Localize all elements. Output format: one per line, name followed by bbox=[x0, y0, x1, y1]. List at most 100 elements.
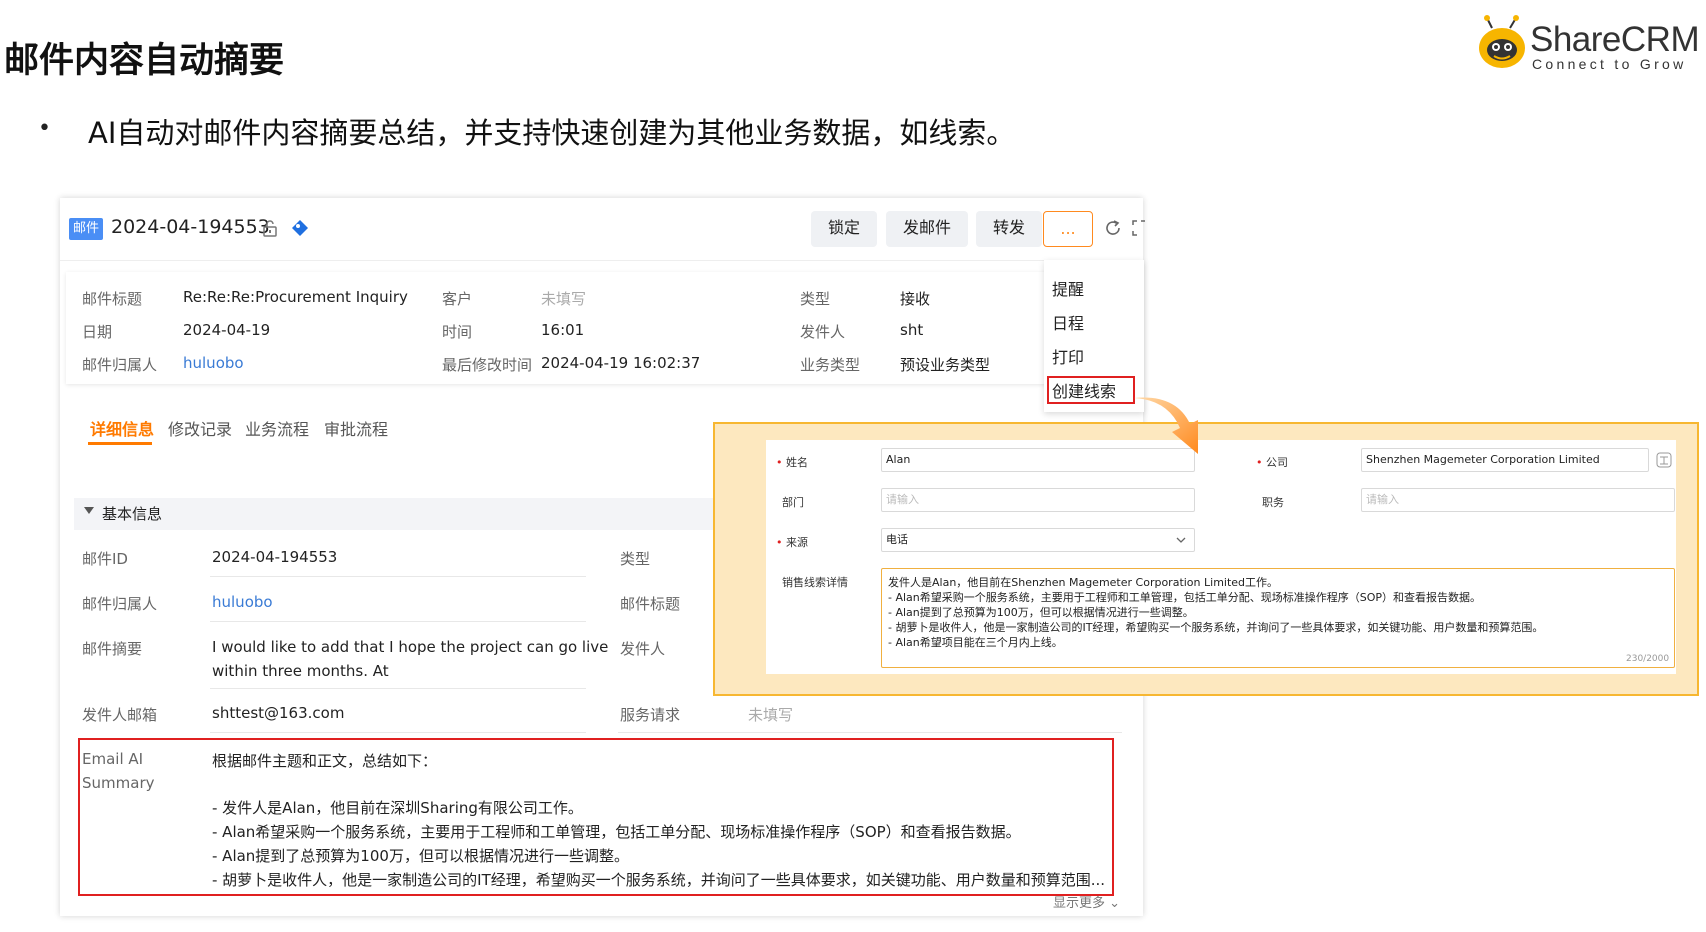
source-field-label: • 来源 bbox=[776, 534, 808, 550]
tab-details[interactable]: 详细信息 bbox=[90, 416, 154, 440]
sender-value: sht bbox=[900, 321, 924, 339]
refresh-icon[interactable] bbox=[1104, 219, 1122, 237]
lead-detail-line: - Alan希望项目能在三个月内上线。 bbox=[888, 636, 1063, 649]
tab-approval-flow[interactable]: 审批流程 bbox=[324, 416, 388, 440]
mail-id-value: 2024-04-194553 bbox=[212, 548, 338, 566]
chevron-down-icon[interactable] bbox=[1176, 535, 1186, 545]
sender-label: 发件人 bbox=[800, 323, 846, 341]
ai-summary-label-2: Summary bbox=[82, 774, 155, 792]
fullscreen-icon[interactable] bbox=[1132, 220, 1146, 236]
create-lead-highlight bbox=[1047, 376, 1135, 404]
sender-email-value: shttest@163.com bbox=[212, 704, 345, 722]
lead-detail-label: 销售线索详情 bbox=[782, 576, 848, 589]
active-tab-indicator bbox=[88, 442, 152, 445]
type-label: 类型 bbox=[800, 290, 831, 308]
company-label-text: 公司 bbox=[1266, 456, 1288, 469]
ai-summary-line: - Alan希望采购一个服务系统，主要用于工程师和工单管理，包括工单分配、现场标… bbox=[212, 823, 1021, 841]
bullet-marker: • bbox=[38, 116, 51, 141]
send-mail-button[interactable]: 发邮件 bbox=[886, 211, 968, 247]
job-title-input[interactable]: 请输入 bbox=[1361, 488, 1675, 512]
dept-input[interactable]: 请输入 bbox=[881, 488, 1195, 512]
mail-summary-label: 邮件摘要 bbox=[82, 640, 143, 658]
date-value: 2024-04-19 bbox=[183, 321, 271, 339]
required-marker: • bbox=[776, 456, 786, 469]
basic-info-section-header[interactable] bbox=[74, 498, 720, 530]
name-label-text: 姓名 bbox=[786, 456, 808, 469]
record-type-badge: 邮件 bbox=[69, 218, 103, 240]
required-marker: • bbox=[776, 536, 786, 549]
lead-detail-line: - Alan提到了总预算为100万，但可以根据情况进行一些调整。 bbox=[888, 606, 1194, 619]
mail-id-label: 邮件ID bbox=[82, 550, 128, 568]
logo-wordmark: ShareCRM bbox=[1530, 20, 1700, 59]
required-marker: • bbox=[1256, 456, 1266, 469]
collapse-arrow-icon[interactable] bbox=[84, 507, 94, 514]
ai-summary-line: 根据邮件主题和正文，总结如下： bbox=[212, 752, 438, 770]
lead-detail-line: 发件人是Alan，他目前在Shenzhen Magemeter Corporat… bbox=[888, 576, 1279, 589]
time-label: 时间 bbox=[442, 323, 473, 341]
bee-logo-icon bbox=[1479, 15, 1525, 68]
owner-link[interactable]: huluobo bbox=[183, 354, 244, 372]
lock-button[interactable]: 锁定 bbox=[811, 211, 877, 247]
logo-tagline: Connect to Grow bbox=[1532, 56, 1687, 72]
subject-value: Re:Re:Re:Procurement Inquiry bbox=[183, 288, 408, 306]
customer-value[interactable]: 未填写 bbox=[541, 288, 586, 309]
more-button[interactable]: ... bbox=[1043, 211, 1093, 247]
service-request-value[interactable]: 未填写 bbox=[748, 704, 793, 725]
company-field-label: • 公司 bbox=[1256, 454, 1288, 470]
tab-business-flow[interactable]: 业务流程 bbox=[245, 416, 309, 440]
customer-label: 客户 bbox=[442, 290, 473, 308]
subject-label: 邮件标题 bbox=[82, 290, 143, 308]
modified-label: 最后修改时间 bbox=[442, 356, 533, 374]
show-more-link[interactable]: 显示更多 ⌄ bbox=[1053, 892, 1120, 911]
unlock-icon[interactable] bbox=[262, 219, 278, 237]
name-field-label: • 姓名 bbox=[776, 454, 808, 470]
chevron-down-icon: ⌄ bbox=[1105, 896, 1121, 911]
ai-summary-line: - Alan提到了总预算为100万，但可以根据情况进行一些调整。 bbox=[212, 847, 629, 865]
service-request-label: 服务请求 bbox=[620, 706, 681, 724]
detail-owner-label: 邮件归属人 bbox=[82, 595, 158, 613]
char-counter: 230/2000 bbox=[1626, 654, 1670, 664]
lead-detail-line: - Alan希望采购一个服务系统，主要用于工程师和工单管理，包括工单分配、现场标… bbox=[888, 591, 1482, 604]
detail-owner-link[interactable]: huluobo bbox=[212, 593, 273, 611]
biztype-label: 业务类型 bbox=[800, 356, 861, 374]
menu-item-schedule[interactable]: 日程 bbox=[1052, 310, 1084, 334]
divider bbox=[210, 732, 586, 733]
detail-sender-label: 发件人 bbox=[620, 640, 666, 658]
menu-item-reminder[interactable]: 提醒 bbox=[1052, 276, 1084, 300]
detail-type-label: 类型 bbox=[620, 550, 651, 568]
ai-summary-label-1: Email AI bbox=[82, 750, 144, 768]
type-value: 接收 bbox=[900, 290, 931, 308]
source-select[interactable]: 电话 bbox=[881, 528, 1195, 552]
show-more-label: 显示更多 bbox=[1053, 896, 1106, 911]
sender-email-label: 发件人邮箱 bbox=[82, 706, 158, 724]
divider bbox=[210, 621, 586, 622]
ai-summary-line: - 发件人是Alan，他目前在深圳Sharing有限公司工作。 bbox=[212, 799, 583, 817]
mail-summary-line-2: within three months. At bbox=[212, 662, 389, 680]
owner-label: 邮件归属人 bbox=[82, 356, 158, 374]
mail-summary-line-1: I would like to add that I hope the proj… bbox=[212, 638, 609, 656]
pointer-arrow-icon bbox=[1134, 397, 1198, 454]
source-select-value: 电话 bbox=[886, 533, 908, 546]
company-input[interactable]: Shenzhen Magemeter Corporation Limited bbox=[1361, 448, 1649, 472]
modified-value: 2024-04-19 16:02:37 bbox=[541, 354, 701, 372]
slide-title: 邮件内容自动摘要 bbox=[4, 41, 285, 81]
source-label-text: 来源 bbox=[786, 536, 808, 549]
ai-summary-line: - 胡萝卜是收件人，他是一家制造公司的IT经理，希望购买一个服务系统，并询问了一… bbox=[212, 871, 1106, 889]
record-id: 2024-04-194553 bbox=[111, 216, 270, 238]
divider bbox=[210, 576, 586, 577]
section-title: 基本信息 bbox=[102, 505, 163, 523]
tag-icon[interactable] bbox=[290, 218, 310, 238]
bullet-text: AI自动对邮件内容摘要总结，并支持快速创建为其他业务数据，如线索。 bbox=[88, 116, 1016, 150]
business-lookup-icon[interactable] bbox=[1656, 452, 1672, 468]
divider bbox=[618, 732, 1122, 733]
biztype-value: 预设业务类型 bbox=[900, 356, 991, 374]
forward-button[interactable]: 转发 bbox=[976, 211, 1042, 247]
dept-label: 部门 bbox=[782, 496, 804, 509]
job-title-label: 职务 bbox=[1262, 496, 1284, 509]
date-label: 日期 bbox=[82, 323, 113, 341]
tab-history[interactable]: 修改记录 bbox=[168, 416, 232, 440]
divider bbox=[210, 688, 586, 689]
lead-detail-line: - 胡萝卜是收件人，他是一家制造公司的IT经理，希望购买一个服务系统，并询问了一… bbox=[888, 621, 1544, 634]
detail-subject-label: 邮件标题 bbox=[620, 595, 681, 613]
menu-item-print[interactable]: 打印 bbox=[1052, 344, 1084, 368]
